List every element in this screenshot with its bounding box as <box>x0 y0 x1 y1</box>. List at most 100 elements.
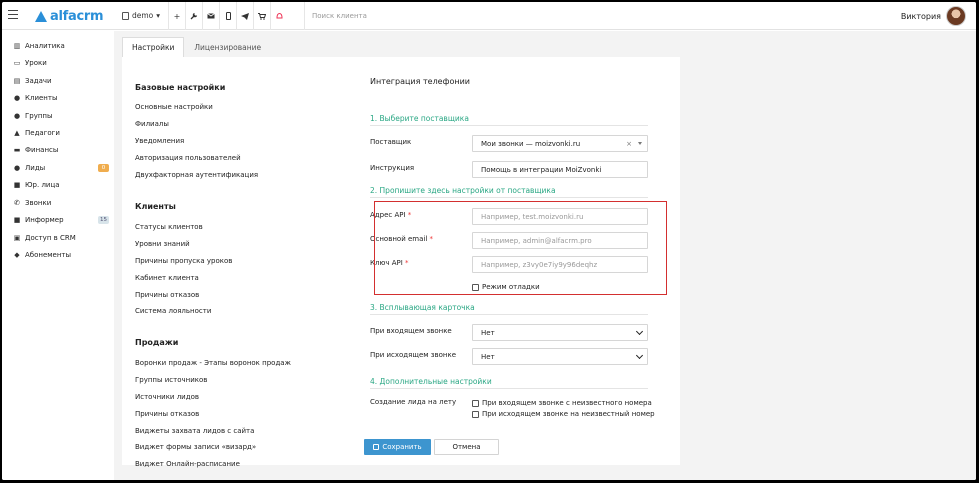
menu-link[interactable]: Авторизация пользователей <box>135 154 241 162</box>
sidebar-item-calls[interactable]: ✆ Звонки <box>13 196 109 210</box>
lead-incoming-checkbox[interactable]: При входящем звонке с неизвестного номер… <box>472 399 652 407</box>
menu-link[interactable]: Виджет Онлайн-расписание <box>135 460 240 468</box>
menu-link[interactable]: Причины пропуска уроков <box>135 257 232 265</box>
save-button[interactable]: Сохранить <box>364 439 431 455</box>
step-3-heading: 3. Всплывающая карточка <box>370 303 648 315</box>
provider-select[interactable]: Мои звонки — moizvonki.ru × <box>472 135 648 152</box>
step-1-heading: 1. Выберите поставщика <box>370 114 648 126</box>
lead-outgoing-label: При исходящем звонке на неизвестный номе… <box>482 410 655 418</box>
avatar <box>946 6 966 26</box>
tasks-icon: ▤ <box>13 76 21 85</box>
sidebar-item-label: Юр. лица <box>25 181 60 189</box>
provider-value: Мои звонки — moizvonki.ru <box>481 139 581 148</box>
logo[interactable]: alfacrm <box>35 8 104 24</box>
outgoing-call-value: Нет <box>481 352 495 361</box>
sidebar-item-lessons[interactable]: ▭ Уроки <box>13 56 109 70</box>
bell-icon[interactable] <box>270 2 287 30</box>
wrench-icon[interactable] <box>185 2 202 30</box>
save-icon <box>373 444 380 450</box>
step-4-heading: 4. Дополнительные настройки <box>370 377 648 389</box>
user-menu[interactable]: Виктория <box>901 6 966 26</box>
section-title-basic: Базовые настройки <box>135 83 226 92</box>
sidebar-item-analytics[interactable]: ▥ Аналитика <box>13 39 109 53</box>
lead-creation-label: Создание лида на лету <box>370 398 457 406</box>
sidebar-item-teachers[interactable]: ▲ Педагоги <box>13 126 109 140</box>
sidebar-item-legal-entities[interactable]: ■ Юр. лица <box>13 178 109 192</box>
menu-link[interactable]: Двухфакторная аутентификация <box>135 171 258 179</box>
menu-link[interactable]: Виджеты захвата лидов с сайта <box>135 427 254 435</box>
clear-icon[interactable]: × <box>626 140 632 148</box>
lock-icon: ▣ <box>13 233 21 242</box>
sidebar-item-label: Группы <box>25 112 53 120</box>
sidebar-item-clients[interactable]: ● Клиенты <box>13 91 109 105</box>
checkbox-box[interactable] <box>472 410 479 418</box>
menu-link[interactable]: Кабинет клиента <box>135 274 199 282</box>
incoming-call-select[interactable]: Нет <box>472 324 648 341</box>
lead-outgoing-checkbox[interactable]: При исходящем звонке на неизвестный номе… <box>472 410 655 418</box>
graduation-cap-icon: ▲ <box>14 128 20 137</box>
informer-count-badge: 15 <box>98 216 109 224</box>
top-bar: alfacrm demo ▾ + Поиск клиента Виктория <box>2 2 976 30</box>
logo-text: alfacrm <box>50 8 104 24</box>
sidebar: ▥ Аналитика ▭ Уроки ▤ Задачи ● Клиенты ●… <box>2 31 114 480</box>
sidebar-item-groups[interactable]: ● Группы <box>13 109 109 123</box>
cart-icon[interactable] <box>253 2 270 30</box>
settings-panel: Базовые настройки Основные настройки Фил… <box>122 57 680 468</box>
client-search-input[interactable]: Поиск клиента <box>304 2 504 30</box>
user-icon: ● <box>13 93 21 102</box>
sidebar-item-tasks[interactable]: ▤ Задачи <box>13 74 109 88</box>
calendar-icon: ▭ <box>13 58 21 67</box>
chevron-down-icon <box>635 351 644 360</box>
section-title-sales: Продажи <box>135 338 179 347</box>
user-name: Виктория <box>900 11 941 21</box>
caret-down-icon: ▾ <box>156 11 161 20</box>
menu-link[interactable]: Статусы клиентов <box>135 223 203 231</box>
menu-link[interactable]: Причины отказов <box>135 410 199 418</box>
menu-link[interactable]: Виджет формы записи «визард» <box>135 443 256 451</box>
menu-link[interactable]: Система лояльности <box>135 307 211 315</box>
chevron-down-icon <box>635 327 644 336</box>
sidebar-item-finance[interactable]: ▬ Финансы <box>13 143 109 157</box>
provider-label: Поставщик <box>370 138 412 146</box>
mail-icon[interactable] <box>202 2 219 30</box>
sidebar-item-label: Педагоги <box>25 129 60 137</box>
menu-link[interactable]: Уровни знаний <box>135 240 190 248</box>
phone-icon: ✆ <box>14 198 20 207</box>
branch-selector[interactable]: demo ▾ <box>122 11 160 20</box>
app-window: alfacrm demo ▾ + Поиск клиента Виктория … <box>2 2 976 480</box>
toolbar-icons: + <box>168 2 287 30</box>
menu-link[interactable]: Группы источников <box>135 376 207 384</box>
sidebar-item-label: Задачи <box>25 77 52 85</box>
menu-link[interactable]: Воронки продаж - Этапы воронок продаж <box>135 359 291 367</box>
phone-icon[interactable] <box>219 2 236 30</box>
lead-incoming-label: При входящем звонке с неизвестного номер… <box>482 399 652 407</box>
incoming-call-label: При входящем звонке <box>370 327 452 335</box>
sidebar-item-subscriptions[interactable]: ◆ Абонементы <box>13 248 109 262</box>
tab-settings[interactable]: Настройки <box>122 37 185 57</box>
outgoing-call-select[interactable]: Нет <box>472 348 648 365</box>
menu-link[interactable]: Причины отказов <box>135 291 199 299</box>
tab-licensing[interactable]: Лицензирование <box>184 37 271 57</box>
checkbox-box[interactable] <box>472 399 479 407</box>
sidebar-item-crm-access[interactable]: ▣ Доступ в CRM <box>13 231 109 245</box>
scrollbar[interactable] <box>972 31 976 480</box>
settings-tabs: Настройки Лицензирование <box>122 37 271 57</box>
sidebar-item-label: Абонементы <box>25 251 72 259</box>
instruction-label: Инструкция <box>370 164 415 172</box>
sidebar-item-informer[interactable]: ■ Информер 15 <box>13 213 109 227</box>
plus-icon[interactable]: + <box>168 2 185 30</box>
menu-icon[interactable] <box>8 10 18 19</box>
menu-link[interactable]: Основные настройки <box>135 103 213 111</box>
highlight-frame <box>374 201 667 295</box>
section-title-clients: Клиенты <box>135 202 176 211</box>
leads-count-badge: 0 <box>98 164 109 172</box>
sidebar-item-leads[interactable]: ● Лиды 0 <box>13 161 109 175</box>
menu-link[interactable]: Уведомления <box>135 137 184 145</box>
cancel-button[interactable]: Отмена <box>434 439 499 455</box>
content-area: Настройки Лицензирование Базовые настрой… <box>114 31 976 480</box>
sidebar-item-label: Клиенты <box>25 94 58 102</box>
menu-link[interactable]: Источники лидов <box>135 393 199 401</box>
instruction-link[interactable]: Помощь в интеграции MoiZvonki <box>472 161 648 178</box>
telegram-icon[interactable] <box>236 2 253 30</box>
menu-link[interactable]: Филиалы <box>135 120 169 128</box>
